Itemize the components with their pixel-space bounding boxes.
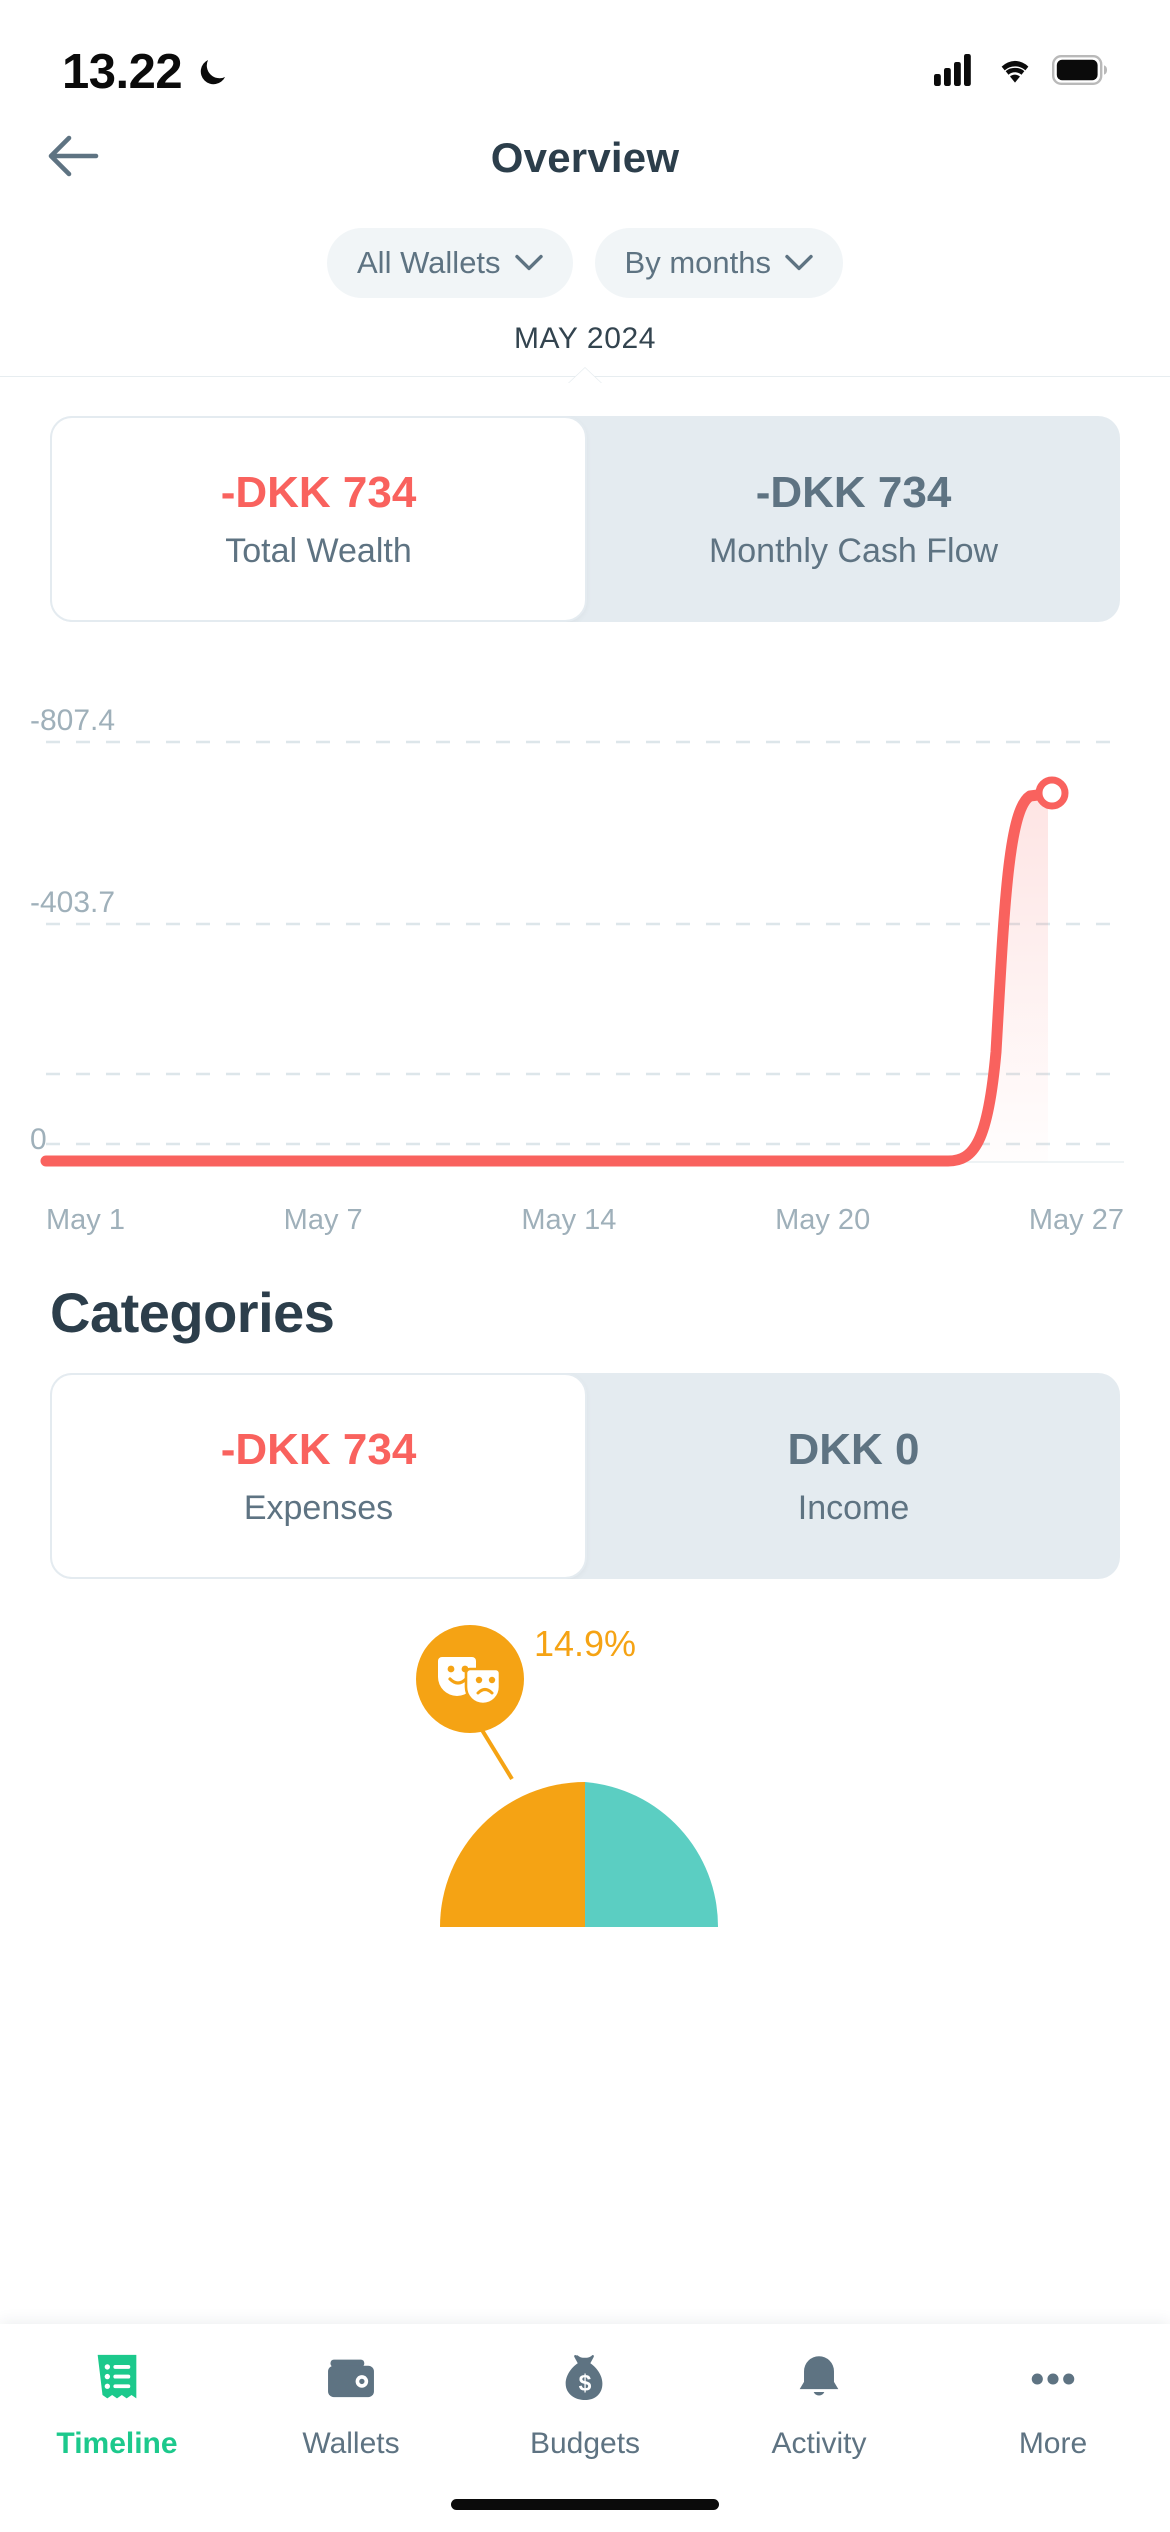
x-tick-4: May 27: [1028, 1204, 1124, 1236]
chevron-down-icon: [785, 254, 813, 272]
battery-full-icon: [1052, 54, 1108, 90]
line-chart-svg: -807.4 -403.7 0: [30, 704, 1124, 1167]
tab-timeline-label: Timeline: [56, 2427, 178, 2460]
status-bar-left: 13.22: [62, 44, 230, 100]
tab-more[interactable]: More: [936, 2350, 1170, 2461]
tab-budgets-label: Budgets: [529, 2427, 641, 2460]
income-amount: DKK 0: [787, 1424, 920, 1474]
income-card[interactable]: DKK 0 Income: [587, 1373, 1120, 1579]
status-time: 13.22: [62, 45, 183, 99]
money-bag-icon: $: [556, 2350, 614, 2413]
x-tick-1: May 7: [283, 1204, 363, 1236]
chevron-down-icon: [514, 254, 543, 272]
expenses-label: Expenses: [243, 1488, 394, 1527]
tab-more-label: More: [1018, 2427, 1088, 2460]
x-tick-3: May 20: [775, 1204, 871, 1236]
tab-wallets[interactable]: Wallets: [234, 2350, 468, 2461]
receipt-icon: [88, 2350, 146, 2413]
x-tick-2: May 14: [521, 1204, 617, 1236]
wallet-filter-chip[interactable]: All Wallets: [327, 228, 573, 298]
pie-slice-other: [585, 1782, 719, 1927]
y-tick-top: -807.4: [30, 704, 115, 737]
arrow-left-icon: [46, 133, 102, 184]
navigation-bar: Overview: [0, 110, 1170, 206]
chart-end-marker: [1035, 776, 1069, 810]
y-tick-mid: -403.7: [30, 886, 115, 919]
wallet-filter-label: All Wallets: [357, 245, 501, 280]
summary-segmented-control: -DKK 734 Total Wealth -DKK 734 Monthly C…: [50, 416, 1120, 622]
categories-segmented-control: -DKK 734 Expenses DKK 0 Income: [50, 1373, 1120, 1579]
total-wealth-amount: -DKK 734: [220, 467, 417, 517]
x-tick-0: May 1: [46, 1204, 125, 1236]
slice-percent-label: 14.9%: [533, 1623, 637, 1664]
wallet-icon: [322, 2350, 380, 2413]
header-divider: [0, 368, 1170, 388]
back-button[interactable]: [40, 124, 108, 192]
monthly-cash-flow-amount: -DKK 734: [755, 467, 952, 517]
cellular-signal-icon: [934, 53, 978, 91]
period-filter-chip[interactable]: By months: [594, 228, 843, 298]
period-filter-label: By months: [624, 245, 771, 280]
y-tick-zero: 0: [30, 1123, 47, 1156]
home-indicator: [451, 2499, 719, 2510]
total-wealth-label: Total Wealth: [225, 531, 412, 570]
monthly-cash-flow-card[interactable]: -DKK 734 Monthly Cash Flow: [587, 416, 1120, 622]
period-label: MAY 2024: [513, 322, 657, 355]
svg-text:$: $: [579, 2370, 592, 2396]
x-axis-labels: May 1 May 7 May 14 May 20 May 27: [0, 1204, 1170, 1237]
moon-icon: [196, 55, 230, 89]
tab-wallets-label: Wallets: [302, 2427, 400, 2460]
status-bar: 13.22: [0, 0, 1170, 110]
expenses-card[interactable]: -DKK 734 Expenses: [50, 1373, 587, 1579]
tab-budgets[interactable]: $ Budgets: [468, 2350, 702, 2461]
wifi-icon: [994, 54, 1036, 91]
categories-heading: Categories: [50, 1281, 335, 1344]
bell-icon: [790, 2350, 848, 2413]
tab-timeline[interactable]: Timeline: [0, 2350, 234, 2461]
page-title: Overview: [490, 134, 680, 181]
bottom-tab-bar: Timeline Wallets $ Budgets Activity More: [0, 2324, 1170, 2532]
chart-line-series: [40, 788, 1052, 1167]
income-label: Income: [797, 1488, 910, 1527]
expenses-amount: -DKK 734: [220, 1424, 417, 1474]
pie-slice-entertainment: [440, 1782, 585, 1927]
wealth-line-chart[interactable]: -807.4 -403.7 0 May 1 May 7 May 14 May 2…: [0, 674, 1170, 1236]
tab-activity[interactable]: Activity: [702, 2350, 936, 2461]
categories-pie-chart[interactable]: 14.9%: [0, 1597, 1170, 1927]
filter-row: All Wallets By months: [0, 228, 1170, 298]
monthly-cash-flow-label: Monthly Cash Flow: [708, 531, 999, 570]
header-caret: [568, 368, 602, 384]
ellipsis-icon: [1024, 2350, 1082, 2413]
status-bar-right: [934, 53, 1108, 91]
chart-area-fill: [46, 794, 1048, 1162]
tab-activity-label: Activity: [771, 2427, 867, 2460]
total-wealth-card[interactable]: -DKK 734 Total Wealth: [50, 416, 587, 622]
